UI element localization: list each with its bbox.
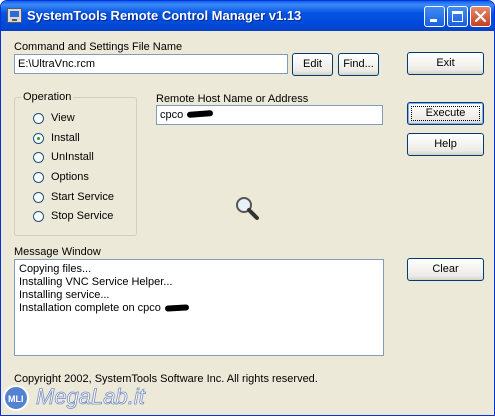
radio-install-label: Install bbox=[51, 132, 80, 144]
message-window-label: Message Window bbox=[14, 246, 101, 258]
message-line: Copying files... bbox=[19, 263, 92, 275]
clear-button[interactable]: Clear bbox=[407, 258, 484, 281]
radio-uninstall-label: UnInstall bbox=[51, 151, 94, 163]
radio-view-label: View bbox=[51, 112, 75, 124]
close-button[interactable] bbox=[470, 6, 491, 27]
operation-group: Operation View Install UnInstall Options… bbox=[14, 91, 137, 236]
magnifier-icon bbox=[232, 194, 262, 224]
message-line: Installing service... bbox=[19, 289, 110, 301]
remote-host-label: Remote Host Name or Address bbox=[156, 93, 309, 105]
svg-text:MLI: MLI bbox=[8, 394, 24, 404]
app-window: SystemTools Remote Control Manager v1.13… bbox=[0, 0, 495, 416]
edit-button[interactable]: Edit bbox=[292, 53, 333, 76]
radio-uninstall-button[interactable] bbox=[33, 152, 44, 163]
app-icon[interactable] bbox=[7, 8, 22, 23]
message-line: Installation complete on cpco bbox=[19, 302, 161, 314]
execute-label: Execute bbox=[425, 107, 466, 119]
radio-start-service-button[interactable] bbox=[33, 192, 44, 203]
radio-install-button[interactable] bbox=[33, 133, 44, 144]
minimize-button[interactable] bbox=[424, 6, 445, 27]
operation-group-title: Operation bbox=[21, 91, 74, 103]
file-name-label: Command and Settings File Name bbox=[14, 41, 183, 53]
watermark-text: MegaLab.it bbox=[36, 384, 146, 409]
radio-stop-service-label: Stop Service bbox=[51, 210, 114, 222]
radio-options-label: Options bbox=[51, 171, 89, 183]
maximize-button[interactable] bbox=[447, 6, 468, 27]
radio-view-button[interactable] bbox=[33, 113, 44, 124]
find-button[interactable]: Find... bbox=[338, 53, 379, 76]
redaction-scribble bbox=[186, 110, 214, 118]
minimize-icon bbox=[430, 19, 437, 22]
radio-options-button[interactable] bbox=[33, 172, 44, 183]
remote-host-value: cpco bbox=[160, 109, 184, 121]
file-name-input[interactable]: E:\UltraVnc.rcm bbox=[14, 54, 288, 74]
radio-start-service-label: Start Service bbox=[51, 191, 114, 203]
window-title: SystemTools Remote Control Manager v1.13 bbox=[27, 8, 302, 23]
message-line: Installing VNC Service Helper... bbox=[19, 276, 173, 288]
title-bar[interactable]: SystemTools Remote Control Manager v1.13 bbox=[1, 1, 494, 31]
exit-button[interactable]: Exit bbox=[407, 52, 484, 75]
message-window[interactable]: Copying files... Installing VNC Service … bbox=[14, 259, 384, 356]
megalab-watermark: MLI MegaLab.it bbox=[0, 374, 220, 416]
radio-stop-service-button[interactable] bbox=[33, 211, 44, 222]
maximize-icon bbox=[452, 11, 463, 22]
redaction-scribble bbox=[164, 304, 190, 312]
close-icon bbox=[474, 10, 487, 23]
remote-host-input[interactable]: cpco bbox=[156, 105, 383, 125]
help-button[interactable]: Help bbox=[407, 133, 484, 156]
execute-button[interactable]: Execute bbox=[407, 102, 484, 125]
